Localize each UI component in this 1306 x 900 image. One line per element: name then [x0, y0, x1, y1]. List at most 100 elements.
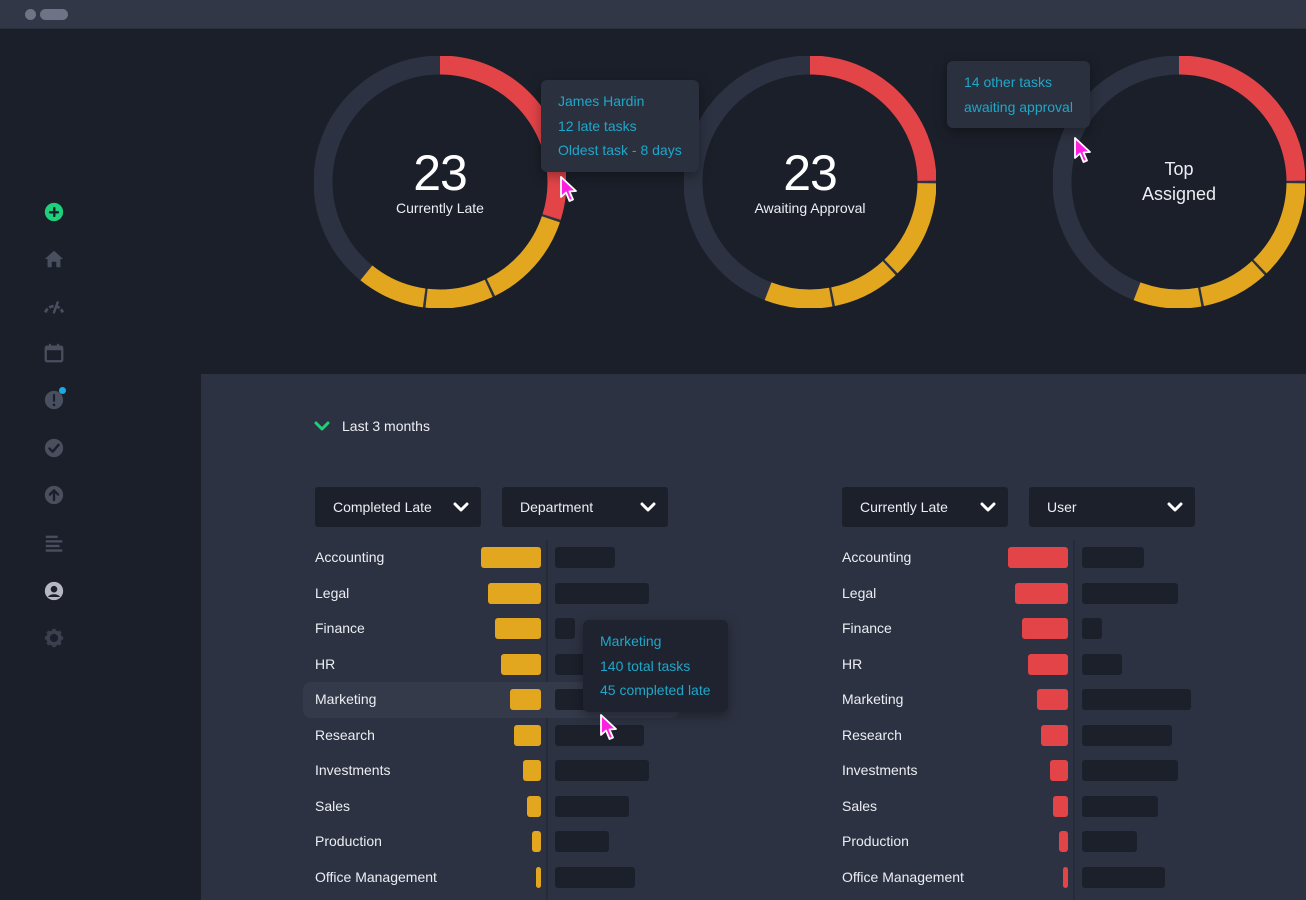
chart-row[interactable]: Legal — [315, 576, 715, 612]
bar-red[interactable] — [1041, 724, 1068, 746]
window-dot[interactable] — [25, 9, 36, 20]
chart-row[interactable]: Accounting — [315, 540, 715, 576]
sidebar-item-dashboard[interactable] — [42, 294, 66, 318]
bar-red[interactable] — [1036, 689, 1068, 710]
category-label: Research — [315, 726, 375, 743]
bar-total[interactable] — [555, 760, 649, 781]
bar-red[interactable] — [1008, 547, 1068, 568]
category-label: HR — [315, 655, 336, 672]
chart-row[interactable]: Research — [315, 718, 715, 754]
category-label: Office Management — [315, 868, 437, 885]
metric-select-right[interactable]: Currently Late — [842, 487, 1008, 527]
window-titlebar — [0, 0, 1306, 29]
bar-total[interactable] — [1082, 760, 1178, 781]
select-value: Completed Late — [333, 499, 432, 515]
sidebar-item-upload[interactable] — [42, 483, 66, 507]
sidebar-item-calendar[interactable] — [42, 341, 66, 365]
tooltip-line: Oldest task - 8 days — [558, 142, 682, 158]
tooltip-line: 140 total tasks — [600, 657, 691, 674]
window-pill[interactable] — [40, 9, 68, 20]
category-label: Sales — [842, 797, 878, 814]
chart-row[interactable]: Office Management — [315, 860, 715, 896]
sidebar-item-profile[interactable] — [42, 579, 66, 603]
bar-red[interactable] — [1028, 653, 1068, 675]
tooltip-line: 14 other tasks — [964, 74, 1052, 90]
ring-awaiting-approval[interactable]: 23 Awaiting Approval — [684, 56, 936, 308]
bar-amber[interactable] — [527, 795, 541, 817]
sidebar-item-home[interactable] — [42, 247, 66, 271]
bar-total[interactable] — [555, 866, 636, 888]
sidebar-item-reports[interactable] — [42, 531, 66, 555]
chart-row[interactable]: Research — [842, 718, 1242, 754]
chart-row[interactable]: Production — [315, 824, 715, 860]
bar-total[interactable] — [555, 582, 649, 604]
sidebar-item-settings[interactable] — [42, 626, 66, 650]
bar-amber[interactable] — [514, 724, 541, 746]
chevron-down-icon — [1167, 502, 1183, 512]
bar-total[interactable] — [1082, 618, 1103, 639]
bar-amber[interactable] — [509, 689, 541, 710]
add-button[interactable] — [42, 200, 66, 224]
group-select-right[interactable]: User — [1029, 487, 1195, 527]
chart-row[interactable]: Legal — [842, 576, 1242, 612]
chart-row[interactable]: Accounting — [842, 540, 1242, 576]
category-label: Research — [842, 726, 902, 743]
bar-red[interactable] — [1059, 831, 1068, 852]
date-range-toggle[interactable]: Last 3 months — [314, 418, 430, 434]
gear-icon — [44, 628, 64, 648]
bar-total[interactable] — [1082, 547, 1145, 568]
bar-total[interactable] — [555, 795, 630, 817]
date-range-label: Last 3 months — [342, 418, 430, 434]
bar-total[interactable] — [555, 831, 609, 852]
chart-row[interactable]: Marketing — [842, 682, 1242, 718]
list-icon — [45, 535, 63, 552]
bar-red[interactable] — [1050, 760, 1068, 781]
chart-row[interactable]: Investments — [315, 753, 715, 789]
ring-currently-late[interactable]: 23 Currently Late — [314, 56, 566, 308]
tooltip-line: awaiting approval — [964, 98, 1073, 115]
check-circle-icon — [44, 438, 64, 458]
category-label: Legal — [315, 584, 350, 601]
bar-amber[interactable] — [494, 618, 541, 639]
bar-red[interactable] — [1021, 618, 1068, 639]
ring-label: Currently Late — [396, 200, 484, 216]
sidebar-item-alerts[interactable] — [42, 387, 66, 412]
bar-amber[interactable] — [536, 866, 541, 888]
bar-red[interactable] — [1063, 866, 1068, 888]
bar-total[interactable] — [1082, 795, 1158, 817]
bar-total[interactable] — [1082, 582, 1178, 604]
chart-row[interactable]: Production — [842, 824, 1242, 860]
category-label: Investments — [315, 762, 391, 778]
bar-amber[interactable] — [488, 582, 541, 604]
metric-select-left[interactable]: Completed Late — [315, 487, 481, 527]
category-label: Sales — [315, 797, 351, 814]
bar-total[interactable] — [1082, 724, 1172, 746]
bar-amber[interactable] — [523, 760, 541, 781]
chart-row[interactable]: Office Management — [842, 860, 1242, 896]
bar-total[interactable] — [1082, 653, 1122, 675]
bar-total[interactable] — [1082, 689, 1192, 710]
bar-red[interactable] — [1015, 582, 1068, 604]
bar-amber[interactable] — [481, 547, 541, 568]
chart-row[interactable]: Finance — [842, 611, 1242, 647]
breakdown-panel: Last 3 months Completed Late Department … — [201, 374, 1306, 900]
tooltip-james-hardin: James Hardin 12 late tasks Oldest task -… — [541, 80, 699, 172]
chart-row[interactable]: Sales — [315, 789, 715, 825]
ring-label-line: Assigned — [1141, 184, 1217, 204]
group-select-left[interactable]: Department — [502, 487, 668, 527]
ring-top-assigned[interactable]: Top Assigned — [1053, 56, 1305, 308]
tooltip-marketing: Marketing 140 total tasks 45 completed l… — [583, 620, 728, 712]
bar-total[interactable] — [1082, 866, 1165, 888]
plus-circle-icon — [44, 202, 64, 222]
bar-total[interactable] — [555, 618, 576, 639]
chart-row[interactable]: Sales — [842, 789, 1242, 825]
bar-red[interactable] — [1053, 795, 1068, 817]
bar-amber[interactable] — [501, 653, 541, 675]
bar-amber[interactable] — [532, 831, 541, 852]
sidebar-item-completed[interactable] — [42, 436, 66, 460]
bar-total[interactable] — [1082, 831, 1138, 852]
chart-row[interactable]: Investments — [842, 753, 1242, 789]
chart-row[interactable]: HR — [842, 647, 1242, 683]
bar-total[interactable] — [555, 547, 615, 568]
category-label: Accounting — [842, 549, 912, 565]
